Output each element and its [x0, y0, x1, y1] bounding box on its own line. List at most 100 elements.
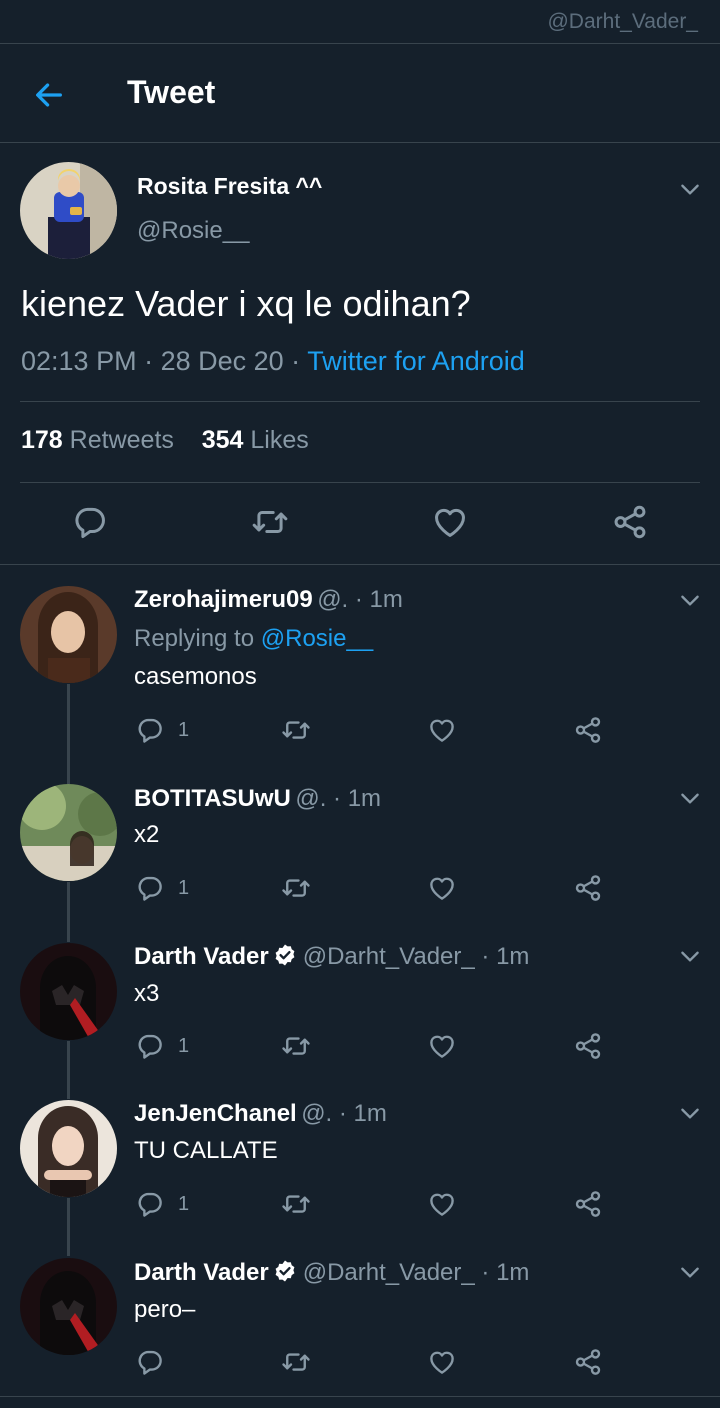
watermark-handle: @Darht_Vader_	[547, 10, 698, 33]
retweet-icon[interactable]	[281, 1347, 311, 1377]
verified-badge-icon	[273, 1259, 297, 1283]
reply-header: Zerohajimeru09 @. · 1m	[134, 586, 403, 614]
avatar[interactable]	[20, 162, 117, 259]
separator: ·	[283, 346, 308, 376]
avatar[interactable]	[20, 1258, 117, 1355]
share-icon[interactable]	[573, 1189, 603, 1219]
arrow-left-icon[interactable]	[32, 78, 66, 112]
replying-mention[interactable]: @Rosie__	[261, 625, 373, 652]
reply-header: Darth Vader @Darht_Vader_ · 1m	[134, 943, 529, 971]
heart-icon[interactable]	[427, 1031, 457, 1061]
heart-icon[interactable]	[427, 1189, 457, 1219]
separator: ·	[474, 1259, 497, 1286]
reply-author-handle[interactable]: @Darht_Vader_	[303, 1259, 475, 1286]
retweet-icon[interactable]	[281, 873, 311, 903]
comment-icon[interactable]	[135, 1189, 165, 1219]
comment-icon[interactable]	[71, 503, 109, 541]
reply-time: 1m	[369, 586, 403, 613]
retweet-icon[interactable]	[281, 715, 311, 745]
reply-text: pero–	[134, 1296, 196, 1323]
reply-author-handle[interactable]: @Darht_Vader_	[303, 943, 475, 970]
comment-icon[interactable]	[135, 1347, 165, 1377]
tweet-meta: 02:13 PM · 28 Dec 20 · Twitter for Andro…	[21, 346, 525, 377]
thread-line	[67, 882, 70, 942]
comment-icon[interactable]	[135, 873, 165, 903]
separator: ·	[136, 346, 161, 376]
reply-header: BOTITASUwU @. · 1m	[134, 785, 381, 813]
reply-text: TU CALLATE	[134, 1137, 278, 1164]
author-handle[interactable]: @Rosie__	[137, 217, 249, 245]
thread-line	[67, 1041, 70, 1099]
avatar[interactable]	[20, 943, 117, 1040]
comment-icon[interactable]	[135, 715, 165, 745]
reply-header: JenJenChanel @. · 1m	[134, 1100, 387, 1128]
reply-time: 1m	[353, 1100, 387, 1127]
reply-author-name[interactable]: Zerohajimeru09	[134, 586, 313, 613]
reply-author-name[interactable]: Darth Vader	[134, 943, 269, 970]
reply-count: 1	[178, 719, 190, 741]
reply-author-handle[interactable]: @.	[317, 586, 348, 613]
share-icon[interactable]	[573, 873, 603, 903]
reply-time: 1m	[496, 943, 530, 970]
verified-badge-icon	[273, 943, 297, 967]
separator: ·	[474, 943, 497, 970]
reply-header: Darth Vader @Darht_Vader_ · 1m	[134, 1259, 529, 1287]
heart-icon[interactable]	[427, 715, 457, 745]
tweet-source-link[interactable]: Twitter for Android	[307, 346, 525, 376]
reply-time: 1m	[496, 1259, 530, 1286]
replying-to: Replying to @Rosie__	[134, 625, 373, 653]
tweet-stats: 178 Retweets 354 Likes	[21, 426, 309, 455]
retweet-icon[interactable]	[251, 503, 289, 541]
reply-count: 1	[178, 877, 190, 899]
reply-author-handle[interactable]: @.	[301, 1100, 332, 1127]
share-icon[interactable]	[573, 715, 603, 745]
reply-text: x3	[134, 980, 160, 1007]
chevron-down-icon[interactable]	[677, 943, 703, 969]
chevron-down-icon[interactable]	[677, 1100, 703, 1126]
retweet-icon[interactable]	[281, 1031, 311, 1061]
comment-icon[interactable]	[135, 1031, 165, 1061]
tweet-text: kienez Vader i xq le odihan?	[21, 283, 471, 324]
reply-author-name[interactable]: BOTITASUwU	[134, 785, 291, 812]
reply-author-name[interactable]: JenJenChanel	[134, 1100, 297, 1127]
chevron-down-icon[interactable]	[677, 176, 703, 202]
divider	[0, 142, 720, 143]
page-title: Tweet	[127, 74, 216, 110]
retweets-count: 178	[21, 426, 63, 454]
reply-text: casemonos	[134, 663, 257, 690]
avatar[interactable]	[20, 784, 117, 881]
likes-label: Likes	[250, 426, 309, 454]
heart-icon[interactable]	[427, 1347, 457, 1377]
share-icon[interactable]	[573, 1031, 603, 1061]
replying-prefix: Replying to	[134, 625, 255, 652]
avatar[interactable]	[20, 586, 117, 683]
reply-author-handle[interactable]: @.	[295, 785, 326, 812]
share-icon[interactable]	[573, 1347, 603, 1377]
tweet-time: 02:13 PM	[21, 346, 137, 376]
reply-count: 1	[178, 1193, 190, 1215]
divider	[0, 564, 720, 565]
reply-author-name[interactable]: Darth Vader	[134, 1259, 269, 1286]
separator: ·	[326, 785, 348, 812]
heart-icon[interactable]	[431, 503, 469, 541]
tweet-date: 28 Dec 20	[160, 346, 284, 376]
reply-text: x2	[134, 821, 160, 848]
avatar[interactable]	[20, 1100, 117, 1197]
thread-line	[67, 684, 70, 784]
thread-line	[67, 1198, 70, 1256]
divider	[0, 1396, 720, 1397]
separator: ·	[332, 1100, 354, 1127]
author-name[interactable]: Rosita Fresita ^^	[137, 173, 322, 200]
heart-icon[interactable]	[427, 873, 457, 903]
likes-count: 354	[201, 426, 244, 454]
separator: ·	[348, 586, 370, 613]
chevron-down-icon[interactable]	[677, 587, 703, 613]
share-icon[interactable]	[611, 503, 649, 541]
chevron-down-icon[interactable]	[677, 785, 703, 811]
retweets-label: Retweets	[69, 426, 174, 454]
retweet-icon[interactable]	[281, 1189, 311, 1219]
reply-time: 1m	[347, 785, 382, 812]
retweets-stat[interactable]: 178 Retweets	[21, 426, 174, 454]
chevron-down-icon[interactable]	[677, 1259, 703, 1285]
likes-stat[interactable]: 354 Likes	[202, 426, 309, 454]
